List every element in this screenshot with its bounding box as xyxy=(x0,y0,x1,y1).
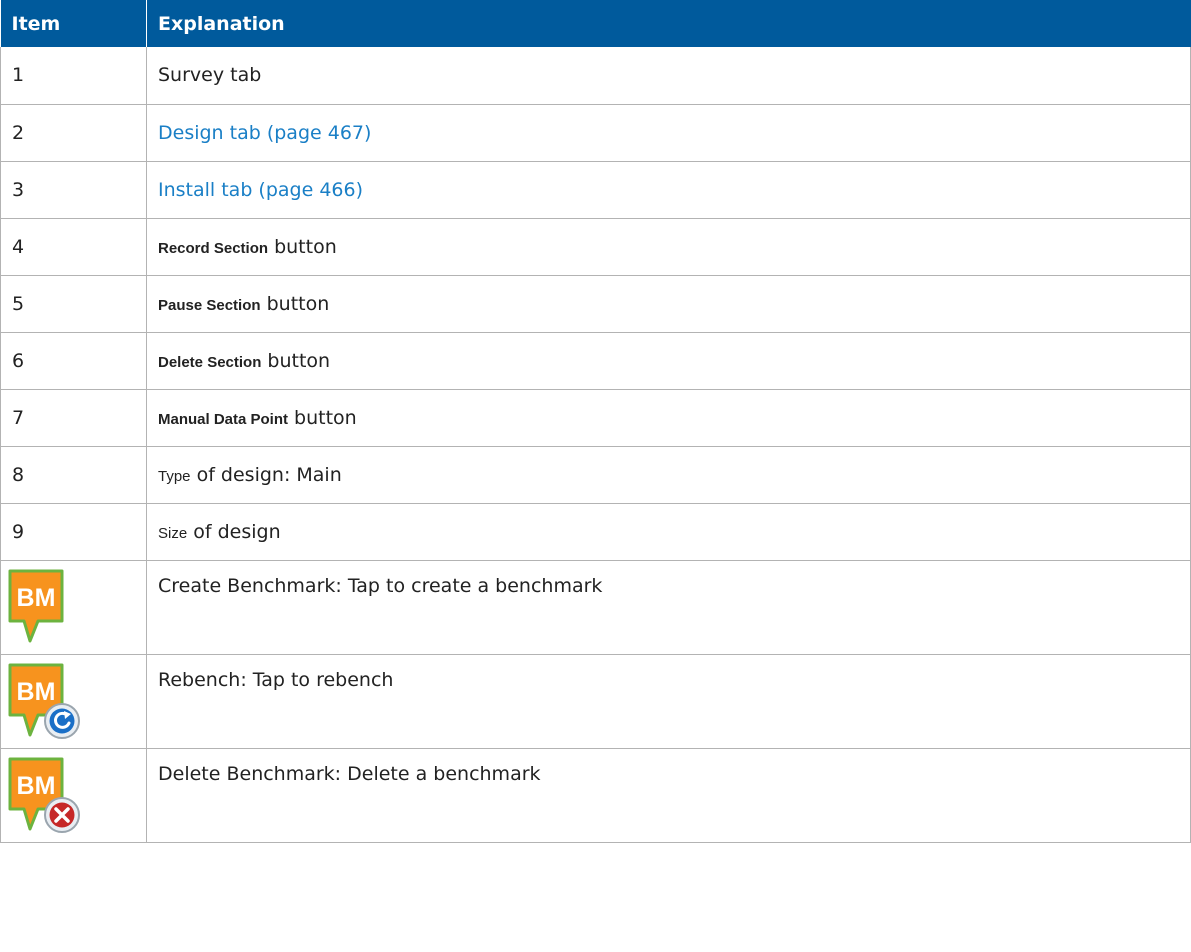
install-tab-link[interactable]: Install tab (page 466) xyxy=(158,179,363,201)
explanation-text: button xyxy=(268,235,337,258)
item-number: 5 xyxy=(0,275,147,333)
header-explanation: Explanation xyxy=(146,0,1191,47)
table-row: 5 Pause Section button xyxy=(0,275,1191,333)
table-row: 6 Delete Section button xyxy=(0,332,1191,390)
explanation-text: button xyxy=(261,349,331,372)
ui-label: Record Section xyxy=(158,239,269,257)
item-number: 1 xyxy=(0,47,147,105)
table-row: 1 Survey tab xyxy=(0,47,1191,105)
table-row: 9 Size of design xyxy=(0,503,1191,561)
table-row: 3 Install tab (page 466) xyxy=(0,161,1191,219)
table-row: 2 Design tab (page 467) xyxy=(0,104,1191,162)
table-row: BM Rebench: Tap to rebench xyxy=(0,654,1191,749)
delete-benchmark-icon: BM xyxy=(8,757,80,833)
item-number: 3 xyxy=(0,161,147,219)
ui-label: Manual Data Point xyxy=(158,410,289,428)
explanation-table: Item Explanation 1 Survey tab 2 Design t… xyxy=(0,0,1191,843)
item-number: 7 xyxy=(0,389,147,447)
ui-label: Type xyxy=(158,467,191,485)
table-row: 7 Manual Data Point button xyxy=(0,389,1191,447)
icon-text: BM xyxy=(17,678,56,706)
explanation-text: of design xyxy=(187,520,281,543)
table-row: 4 Record Section button xyxy=(0,218,1191,276)
explanation-text: Delete Benchmark: Delete a benchmark xyxy=(146,748,1191,843)
table-row: BM Create Benchmark: Tap to create a ben… xyxy=(0,560,1191,655)
explanation-text: button xyxy=(260,292,330,315)
ui-label: Pause Section xyxy=(158,296,261,314)
item-number: 2 xyxy=(0,104,147,162)
design-tab-link[interactable]: Design tab (page 467) xyxy=(158,122,371,144)
table-row: BM Delete Benchmark: Delete a benchmark xyxy=(0,748,1191,843)
icon-text: BM xyxy=(17,584,56,612)
explanation-text: Create Benchmark: Tap to create a benchm… xyxy=(146,560,1191,655)
rebench-icon: BM xyxy=(8,663,80,739)
item-number: 9 xyxy=(0,503,147,561)
item-number: 8 xyxy=(0,446,147,504)
item-number: 4 xyxy=(0,218,147,276)
table-row: 8 Type of design: Main xyxy=(0,446,1191,504)
create-benchmark-icon: BM xyxy=(8,569,64,642)
header-item: Item xyxy=(0,0,147,47)
item-number: 6 xyxy=(0,332,147,390)
explanation-text: button xyxy=(288,406,357,429)
icon-text: BM xyxy=(17,772,56,800)
ui-label: Size xyxy=(158,524,188,542)
explanation-text: of design: Main xyxy=(190,463,342,486)
icon-cell: BM xyxy=(0,560,147,655)
icon-cell: BM xyxy=(0,748,147,843)
explanation-text: Rebench: Tap to rebench xyxy=(146,654,1191,749)
explanation-text: Survey tab xyxy=(146,47,1191,105)
ui-label: Delete Section xyxy=(158,353,262,371)
table-header: Item Explanation xyxy=(0,0,1191,47)
icon-cell: BM xyxy=(0,654,147,749)
